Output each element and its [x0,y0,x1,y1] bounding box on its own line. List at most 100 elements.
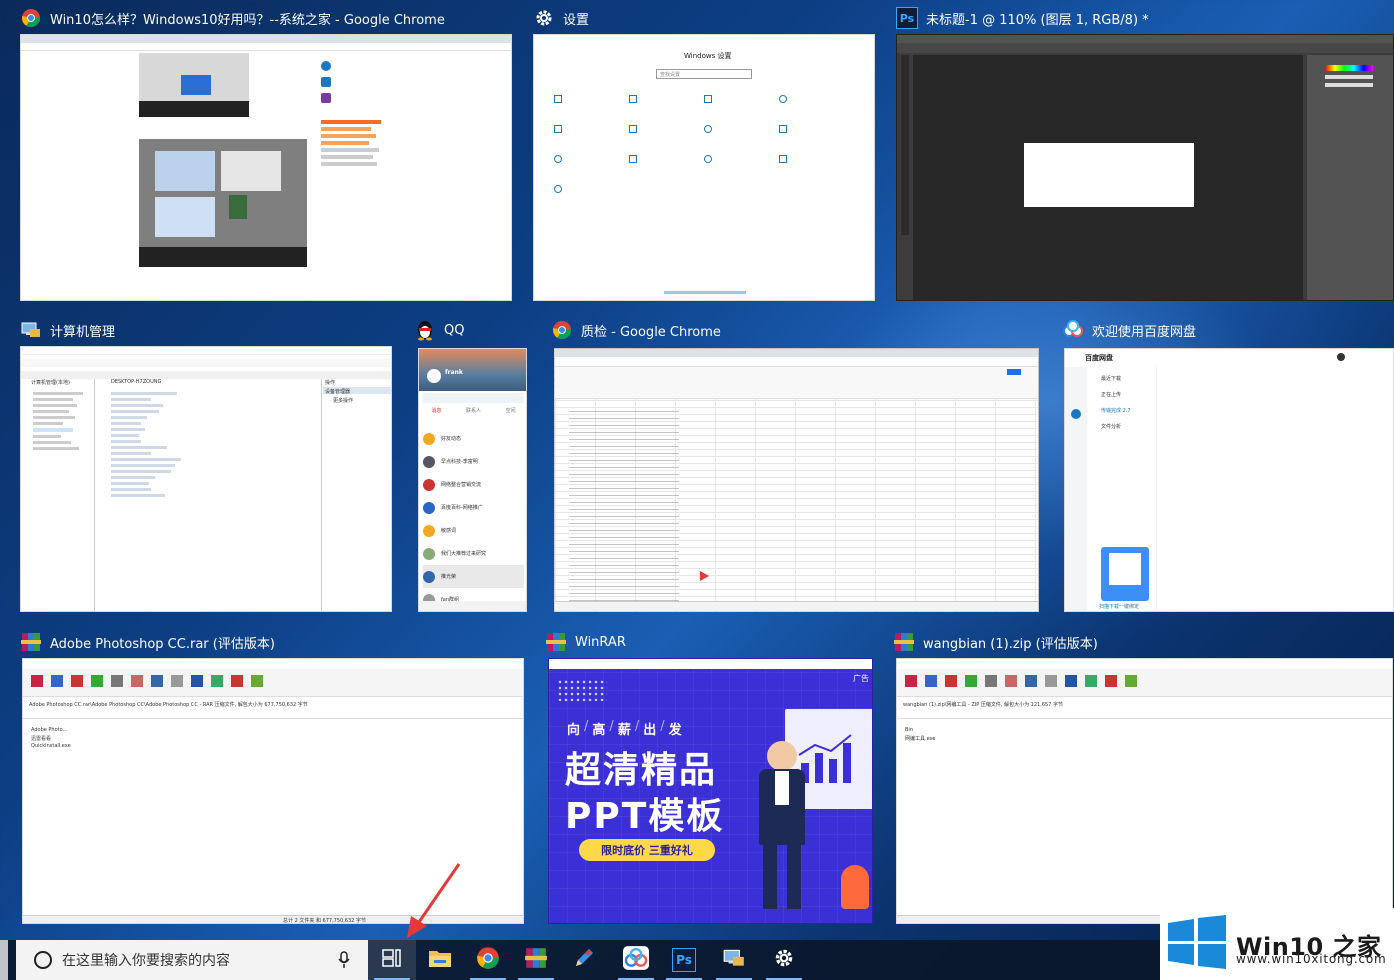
gear-icon [533,7,555,29]
window-thumbnail[interactable] [896,34,1394,301]
chrome-icon [551,319,573,341]
cortana-icon[interactable] [34,951,52,969]
window-header: 质检 - Google Chrome [551,316,721,344]
baidu-netdisk-icon [1062,319,1084,341]
window-card-winrar-ad[interactable]: WinRAR 广告 向 / 高 / 薪 / 出 / 发 超清精品 PPT模板 限… [545,628,873,924]
ad-cta-label: 限时底价 三重好礼 [601,844,693,857]
window-header: QQ [414,316,464,344]
taskbar-file-explorer[interactable] [416,940,464,980]
archive-path: wangbian (1).zip\网编工具 - ZIP 压缩文件, 解包大小为 … [903,702,1063,708]
window-card-photoshop[interactable]: Ps 未标题-1 @ 110% (图层 1, RGB/8) * [896,4,1394,301]
window-card-rar-wangbian[interactable]: wangbian (1).zip (评估版本) wangbian (1).zip… [893,628,1394,924]
window-title: 计算机管理 [50,324,116,340]
baidu-menu-item[interactable]: 正在上传 [1101,391,1121,398]
ad-headline-2: PPT模板 [565,796,725,837]
window-card-chrome-win10[interactable]: Win10怎么样？Windows10好用吗？--系统之家 - Google Ch… [20,4,512,301]
archive-path: Adobe Photoshop CC.rar\Adobe Photoshop C… [29,702,308,708]
window-thumbnail[interactable]: Windows 设置 查找设置 [533,34,875,301]
baidu-menu-item[interactable]: 文件分析 [1101,423,1121,430]
window-header: 欢迎使用百度网盘 [1062,316,1196,344]
window-header: Adobe Photoshop CC.rar (评估版本) [20,628,275,656]
qq-list-item[interactable]: 网络整合营销交流 [441,481,481,488]
ad-tag: 出 [643,723,657,738]
window-header: Ps 未标题-1 @ 110% (图层 1, RGB/8) * [896,4,1149,32]
window-title: Win10怎么样？Windows10好用吗？--系统之家 - Google Ch… [50,12,445,28]
taskbar-pen-tool[interactable] [560,940,608,980]
window-thumbnail[interactable]: 广告 向 / 高 / 薪 / 出 / 发 超清精品 PPT模板 限时底价 三重好… [548,658,873,924]
window-title: WinRAR [575,634,626,650]
window-title: 欢迎使用百度网盘 [1092,324,1197,340]
device-name[interactable]: DESKTOP-H7ZOUNG [111,379,161,385]
photoshop-icon: Ps [672,948,696,972]
window-thumbnail[interactable]: 百度网盘 最近下载 正在上传 传输完成 2.7 文件分析 扫描下载一键绑定 [1064,348,1394,612]
baidu-brand: 百度网盘 [1085,354,1113,362]
taskbar-computer-management[interactable] [710,940,758,980]
archive-file[interactable]: Bin [905,727,913,733]
baidu-menu-item-active[interactable]: 传输完成 2.7 [1101,407,1131,414]
win10-brand-watermark: Win10 之家 www.win10xitong.com [1160,908,1394,980]
window-card-computer-management[interactable]: 计算机管理 计算机管理(本地) DESKTOP-H7ZOUNG 操作 设备管理器… [20,316,392,612]
qq-list-item[interactable]: 推光荣 [441,573,456,580]
actions-panel-more[interactable]: 更多操作 [333,397,353,404]
window-card-chrome-quality[interactable]: 质检 - Google Chrome [551,316,1039,612]
ad-tag: 向 [567,723,581,738]
baidu-menu-item[interactable]: 最近下载 [1101,375,1121,382]
winrar-icon [545,631,567,653]
qq-tab-contacts[interactable]: 联系人 [466,407,481,419]
window-header: wangbian (1).zip (评估版本) [893,628,1098,656]
computer-management-icon [721,946,747,974]
window-thumbnail[interactable]: 计算机管理(本地) DESKTOP-H7ZOUNG 操作 设备管理器 更多操作 [20,346,392,612]
taskbar-winrar[interactable] [512,940,560,980]
window-card-baidu-netdisk[interactable]: 欢迎使用百度网盘 百度网盘 最近下载 正在上传 传输完成 2.7 文件分析 扫描… [1062,316,1394,612]
chrome-icon [20,7,42,29]
archive-file[interactable]: 迅雷看看 [31,735,51,742]
qq-list-item[interactable]: 早点科技-李富明 [441,458,478,465]
qq-list-item[interactable]: 敏感词 [441,527,456,534]
window-card-qq[interactable]: QQ frank 消息 联系人 空间 好友动态 早点科技-李富明 网络整合营销交… [414,316,527,612]
brand-url: www.win10xitong.com [1236,952,1387,966]
ad-tag: 薪 [617,723,631,738]
window-thumbnail[interactable] [554,348,1039,612]
window-thumbnail[interactable]: frank 消息 联系人 空间 好友动态 早点科技-李富明 网络整合营销交流 百… [418,348,527,612]
taskbar-photoshop[interactable]: Ps [660,940,708,980]
microphone-icon[interactable] [338,951,350,973]
folder-icon [428,948,452,972]
tree-root[interactable]: 计算机管理(本地) [31,379,70,386]
window-thumbnail[interactable]: wangbian (1).zip\网编工具 - ZIP 压缩文件, 解包大小为 … [896,658,1393,924]
ad-headline-1: 超清精品 [565,750,718,791]
archive-file[interactable]: QuickInstall.exe [31,743,71,749]
search-input[interactable]: 在这里输入你要搜索的内容 [62,950,230,970]
settings-search[interactable]: 查找设置 [660,71,680,78]
qq-username: frank [445,369,463,376]
windows-logo-icon [1166,915,1228,973]
settings-heading: Windows 设置 [684,52,732,60]
photoshop-icon: Ps [896,7,918,29]
chrome-icon [476,946,500,974]
taskbar-chrome[interactable] [464,940,512,980]
window-card-settings[interactable]: 设置 Windows 设置 查找设置 [533,4,875,301]
qq-tab-space[interactable]: 空间 [506,407,516,419]
window-header: Win10怎么样？Windows10好用吗？--系统之家 - Google Ch… [20,4,445,32]
window-title: QQ [444,322,465,338]
taskbar-baidu-netdisk[interactable] [612,940,660,980]
winrar-icon [20,631,42,653]
window-header: 计算机管理 [20,316,115,344]
ad-tag: 高 [592,723,606,738]
window-title: 质检 - Google Chrome [581,324,721,340]
qq-tab-messages[interactable]: 消息 [431,407,441,419]
start-button[interactable] [0,940,8,980]
actions-panel-item[interactable]: 设备管理器 [325,388,350,395]
archive-file[interactable]: 网编工具.exe [905,735,935,742]
ad-cta-button[interactable]: 限时底价 三重好礼 [579,839,715,861]
window-header: 设置 [533,4,589,32]
qq-list-item[interactable]: 我们大推荐过来研究 [441,550,486,557]
archive-file[interactable]: Adobe Photo... [31,727,67,733]
qq-list-item[interactable]: 好友动态 [441,435,461,442]
qq-list-item[interactable]: 百度百科-网络推广 [441,504,483,511]
window-thumbnail[interactable] [20,34,512,301]
pen-icon [572,946,596,974]
task-view-button[interactable] [368,940,416,980]
red-arrow-annotation [407,863,461,938]
taskbar-settings[interactable] [760,940,808,980]
taskbar-search-box[interactable]: 在这里输入你要搜索的内容 [16,940,368,980]
